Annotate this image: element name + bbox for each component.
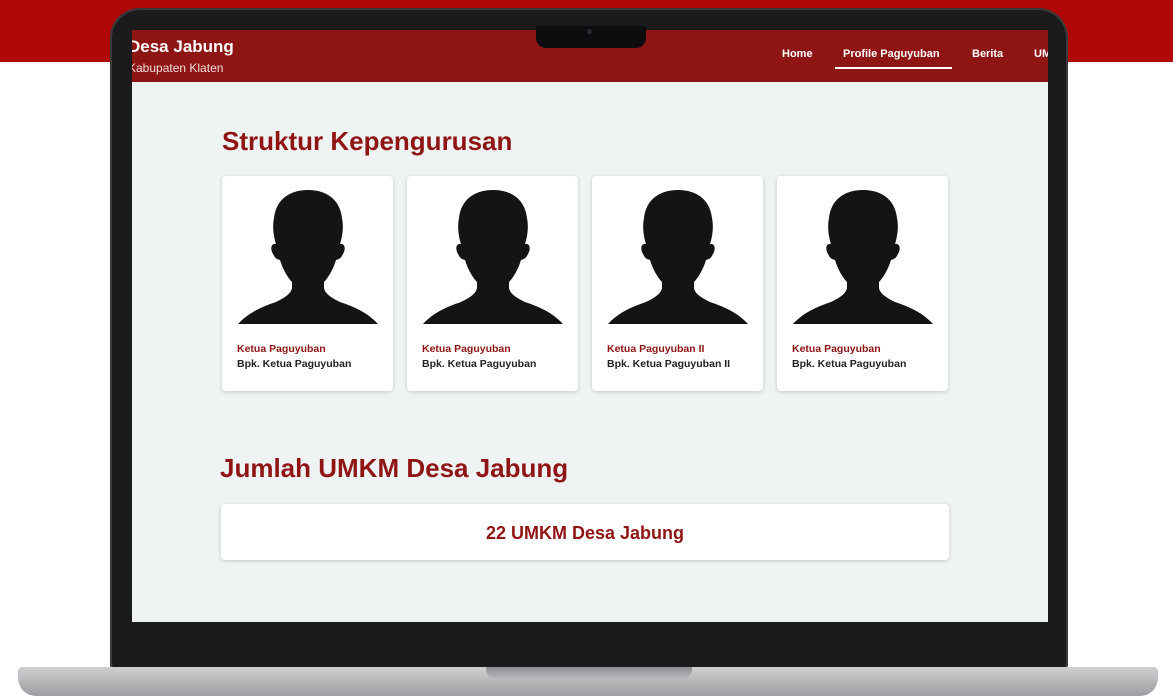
laptop-base	[18, 667, 1158, 696]
person-silhouette-icon	[793, 190, 933, 324]
person-silhouette-icon	[423, 190, 563, 324]
brand-subtitle: Kabupaten Klaten	[132, 61, 224, 75]
camera-icon	[587, 29, 592, 34]
member-card[interactable]: Ketua Paguyuban II Bpk. Ketua Paguyuban …	[592, 176, 763, 391]
member-name: Bpk. Ketua Paguyuban	[422, 358, 537, 370]
website-screen: Desa Jabung Kabupaten Klaten Home Profil…	[132, 30, 1048, 622]
member-card[interactable]: Ketua Paguyuban Bpk. Ketua Paguyuban	[407, 176, 578, 391]
nav-berita-link[interactable]: Berita	[972, 48, 1003, 60]
nav-active-indicator	[835, 67, 952, 69]
member-name: Bpk. Ketua Paguyuban II	[607, 358, 731, 370]
umkm-count-box: 22 UMKM Desa Jabung	[221, 504, 949, 560]
nav-profile-paguyuban-link[interactable]: Profile Paguyuban	[843, 48, 940, 60]
member-card[interactable]: Ketua Paguyuban Bpk. Ketua Paguyuban	[222, 176, 393, 391]
camera-notch	[536, 26, 646, 48]
nav-umkm-link[interactable]: UMKM	[1034, 48, 1048, 60]
member-role: Ketua Paguyuban II	[607, 343, 705, 355]
member-name: Bpk. Ketua Paguyuban	[792, 358, 907, 370]
person-silhouette-icon	[608, 190, 748, 324]
jumlah-umkm-section-title: Jumlah UMKM Desa Jabung	[220, 453, 569, 483]
member-role: Ketua Paguyuban	[422, 343, 511, 355]
brand-title[interactable]: Desa Jabung	[132, 37, 234, 57]
member-role: Ketua Paguyuban	[792, 343, 881, 355]
laptop-hinge-notch	[486, 667, 692, 679]
member-role: Ketua Paguyuban	[237, 343, 326, 355]
person-silhouette-icon	[238, 190, 378, 324]
member-card[interactable]: Ketua Paguyuban Bpk. Ketua Paguyuban	[777, 176, 948, 391]
member-name: Bpk. Ketua Paguyuban	[237, 358, 352, 370]
nav-home-link[interactable]: Home	[782, 48, 813, 60]
umkm-count-text: 22 UMKM Desa Jabung	[485, 523, 685, 543]
struktur-section-title: Struktur Kepengurusan	[222, 126, 513, 156]
